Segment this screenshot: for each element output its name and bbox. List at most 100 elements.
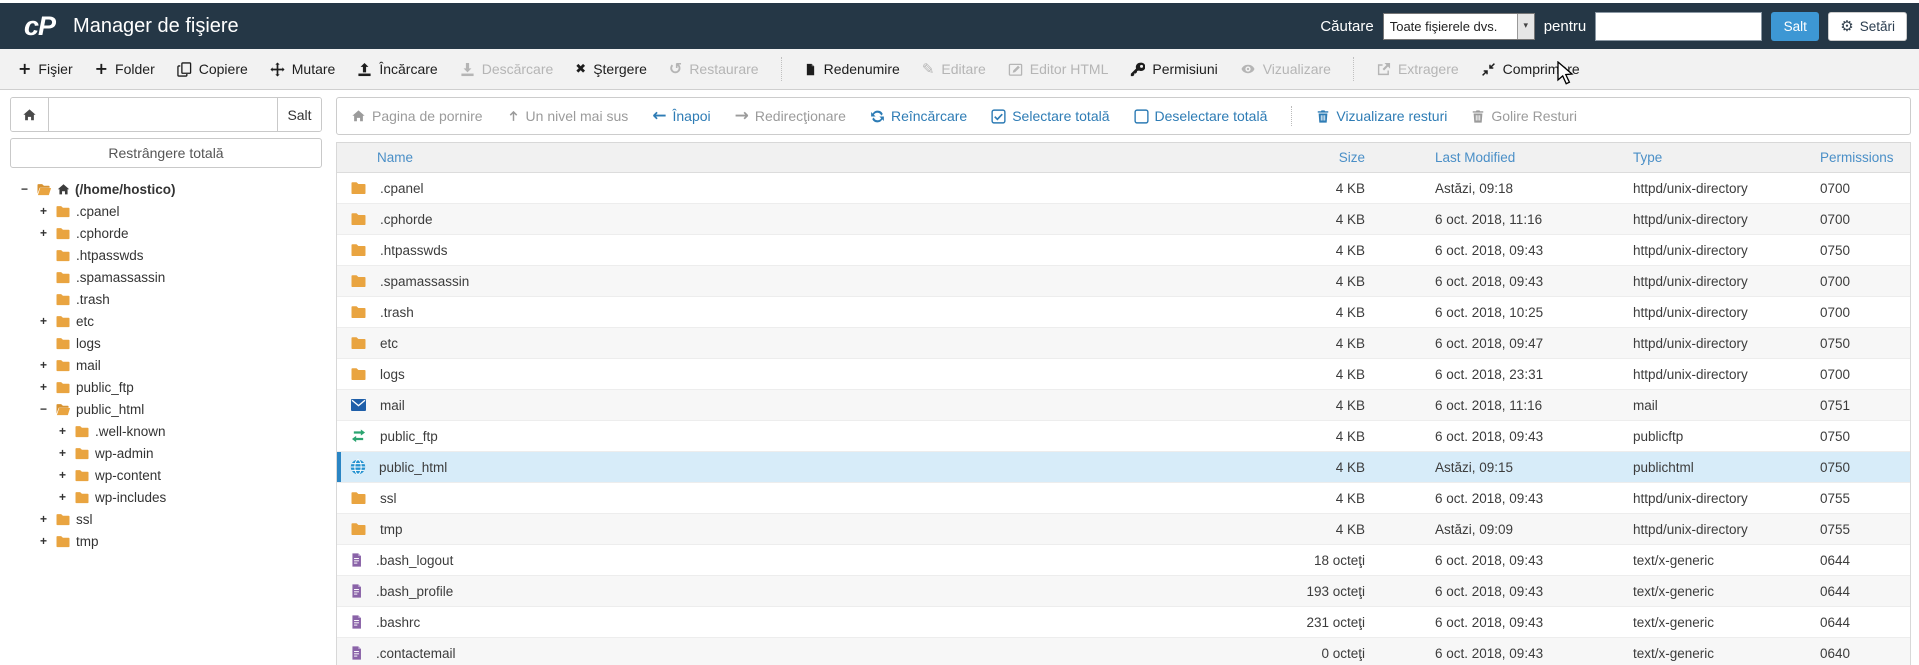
file-name[interactable]: logs: [380, 367, 405, 382]
empty-trash-icon: [1471, 109, 1485, 124]
tree-plus-expander[interactable]: +: [56, 468, 69, 482]
column-header-size[interactable]: Size: [1285, 150, 1435, 165]
column-header-name[interactable]: Name: [337, 150, 1285, 165]
search-scope-select[interactable]: Toate fişierele dvs. ▾: [1383, 13, 1535, 40]
toolbar-copy-button[interactable]: Copiere: [177, 61, 248, 77]
file-name[interactable]: .bashrc: [376, 615, 420, 630]
table-row-mail[interactable]: mail4 KB6 oct. 2018, 11:16mail0751: [337, 390, 1910, 421]
table-row-public_ftp[interactable]: public_ftp4 KB6 oct. 2018, 09:43publicft…: [337, 421, 1910, 452]
table-row-.htpasswds[interactable]: .htpasswds4 KB6 oct. 2018, 09:43httpd/un…: [337, 235, 1910, 266]
toolbar-add-file-button[interactable]: +Fişier: [18, 61, 73, 77]
file-name[interactable]: .contactemail: [376, 646, 456, 661]
table-row-.cpanel[interactable]: .cpanel4 KBAstăzi, 09:18httpd/unix-direc…: [337, 173, 1910, 204]
nav-item-label: Selectare totală: [1012, 108, 1109, 124]
table-row-.cphorde[interactable]: .cphorde4 KB6 oct. 2018, 11:16httpd/unix…: [337, 204, 1910, 235]
tree-node-ssl[interactable]: +ssl: [10, 508, 322, 530]
type-cell: httpd/unix-directory: [1633, 274, 1820, 289]
tree-node-.spamassassin[interactable]: .spamassassin: [10, 266, 322, 288]
nav-deselect-all-button[interactable]: Deselectare totală: [1134, 108, 1268, 124]
column-header-modified[interactable]: Last Modified: [1435, 150, 1633, 165]
tree-node-wp-includes[interactable]: +wp-includes: [10, 486, 322, 508]
tree-node-.htpasswds[interactable]: .htpasswds: [10, 244, 322, 266]
file-name[interactable]: etc: [380, 336, 398, 351]
toolbar-rename-button[interactable]: Redenumire: [804, 61, 900, 77]
column-header-perms[interactable]: Permissions: [1820, 150, 1910, 165]
table-row-ssl[interactable]: ssl4 KB6 oct. 2018, 09:43httpd/unix-dire…: [337, 483, 1910, 514]
table-row-public_html[interactable]: public_html4 KBAstăzi, 09:15publichtml07…: [337, 452, 1910, 483]
table-row-tmp[interactable]: tmp4 KBAstăzi, 09:09httpd/unix-directory…: [337, 514, 1910, 545]
table-row-.bash_profile[interactable]: .bash_profile193 octeţi6 oct. 2018, 09:4…: [337, 576, 1910, 607]
toolbar-compress-button[interactable]: Comprimare: [1481, 61, 1580, 77]
file-name[interactable]: public_html: [379, 460, 447, 475]
file-name[interactable]: .htpasswds: [380, 243, 448, 258]
search-input[interactable]: [1595, 12, 1762, 41]
tree-node-mail[interactable]: +mail: [10, 354, 322, 376]
toolbar-permissions-button[interactable]: Permisiuni: [1130, 61, 1217, 77]
modified-cell: 6 oct. 2018, 23:31: [1435, 367, 1633, 382]
file-name[interactable]: .spamassassin: [380, 274, 469, 289]
nav-view-trash-button[interactable]: Vizualizare resturi: [1316, 108, 1447, 124]
table-row-.contactemail[interactable]: .contactemail0 octeţi6 oct. 2018, 09:43t…: [337, 638, 1910, 665]
table-row-.bashrc[interactable]: .bashrc231 octeţi6 oct. 2018, 09:43text/…: [337, 607, 1910, 638]
home-icon: [351, 109, 366, 123]
tree-node-tmp[interactable]: +tmp: [10, 530, 322, 552]
toolbar-item-label: Editare: [941, 61, 985, 77]
tree-node-wp-content[interactable]: +wp-content: [10, 464, 322, 486]
file-name[interactable]: .bash_profile: [376, 584, 453, 599]
tree-node-public_ftp[interactable]: +public_ftp: [10, 376, 322, 398]
toolbar-upload-button[interactable]: Încărcare: [357, 61, 437, 77]
nav-back-button[interactable]: ←Înapoi: [652, 108, 710, 125]
table-row-logs[interactable]: logs4 KB6 oct. 2018, 23:31httpd/unix-dir…: [337, 359, 1910, 390]
tree-plus-expander[interactable]: +: [37, 204, 50, 218]
tree-plus-expander[interactable]: +: [37, 358, 50, 372]
tree-plus-expander[interactable]: +: [37, 534, 50, 548]
tree-plus-expander[interactable]: +: [37, 380, 50, 394]
file-name[interactable]: .bash_logout: [376, 553, 453, 568]
tree-minus-expander[interactable]: −: [37, 402, 50, 416]
file-name[interactable]: mail: [380, 398, 405, 413]
tree-plus-expander[interactable]: +: [56, 490, 69, 504]
name-cell: .htpasswds: [337, 243, 1285, 258]
tree-node-homehostico[interactable]: −(/home/hostico): [10, 178, 322, 200]
tree-plus-expander[interactable]: +: [37, 314, 50, 328]
search-label: Căutare: [1320, 18, 1373, 35]
tree-node-.well-known[interactable]: +.well-known: [10, 420, 322, 442]
tree-node-.cpanel[interactable]: +.cpanel: [10, 200, 322, 222]
tree-plus-expander[interactable]: +: [37, 512, 50, 526]
tree-plus-expander[interactable]: +: [37, 226, 50, 240]
compress-icon: [1481, 62, 1496, 77]
tree-node-logs[interactable]: logs: [10, 332, 322, 354]
collapse-all-button[interactable]: Restrângere totală: [10, 138, 322, 168]
search-go-button[interactable]: Salt: [1771, 12, 1819, 41]
column-header-type[interactable]: Type: [1633, 150, 1820, 165]
path-go-button[interactable]: Salt: [277, 98, 321, 131]
tree-node-wp-admin[interactable]: +wp-admin: [10, 442, 322, 464]
table-row-.spamassassin[interactable]: .spamassassin4 KB6 oct. 2018, 09:43httpd…: [337, 266, 1910, 297]
tree-node-.cphorde[interactable]: +.cphorde: [10, 222, 322, 244]
file-name[interactable]: tmp: [380, 522, 403, 537]
toolbar-delete-button[interactable]: ✖Ştergere: [575, 61, 647, 77]
file-name[interactable]: ssl: [380, 491, 397, 506]
tree-node-.trash[interactable]: .trash: [10, 288, 322, 310]
tree-node-etc[interactable]: +etc: [10, 310, 322, 332]
nav-select-all-button[interactable]: Selectare totală: [991, 108, 1109, 124]
file-name[interactable]: public_ftp: [380, 429, 438, 444]
file-name[interactable]: .cpanel: [380, 181, 424, 196]
tree-plus-expander[interactable]: +: [56, 446, 69, 460]
path-input[interactable]: [49, 98, 277, 131]
tree-minus-expander[interactable]: −: [18, 182, 31, 196]
toolbar-add-folder-button[interactable]: +Folder: [95, 61, 155, 77]
toolbar-move-button[interactable]: Mutare: [270, 61, 336, 77]
home-path-button[interactable]: [11, 98, 49, 131]
file-name[interactable]: .trash: [380, 305, 414, 320]
tree-node-public_html[interactable]: −public_html: [10, 398, 322, 420]
size-cell: 4 KB: [1285, 212, 1435, 227]
tree-plus-expander[interactable]: +: [56, 424, 69, 438]
file-name[interactable]: .cphorde: [380, 212, 433, 227]
table-row-.trash[interactable]: .trash4 KB6 oct. 2018, 10:25httpd/unix-d…: [337, 297, 1910, 328]
settings-button[interactable]: ⚙ Setări: [1828, 12, 1907, 41]
table-row-.bash_logout[interactable]: .bash_logout18 octeţi6 oct. 2018, 09:43t…: [337, 545, 1910, 576]
nav-reload-button[interactable]: Reîncărcare: [870, 108, 967, 124]
table-row-etc[interactable]: etc4 KB6 oct. 2018, 09:47httpd/unix-dire…: [337, 328, 1910, 359]
nav-up-level-button: Un nivel mai sus: [507, 108, 629, 124]
